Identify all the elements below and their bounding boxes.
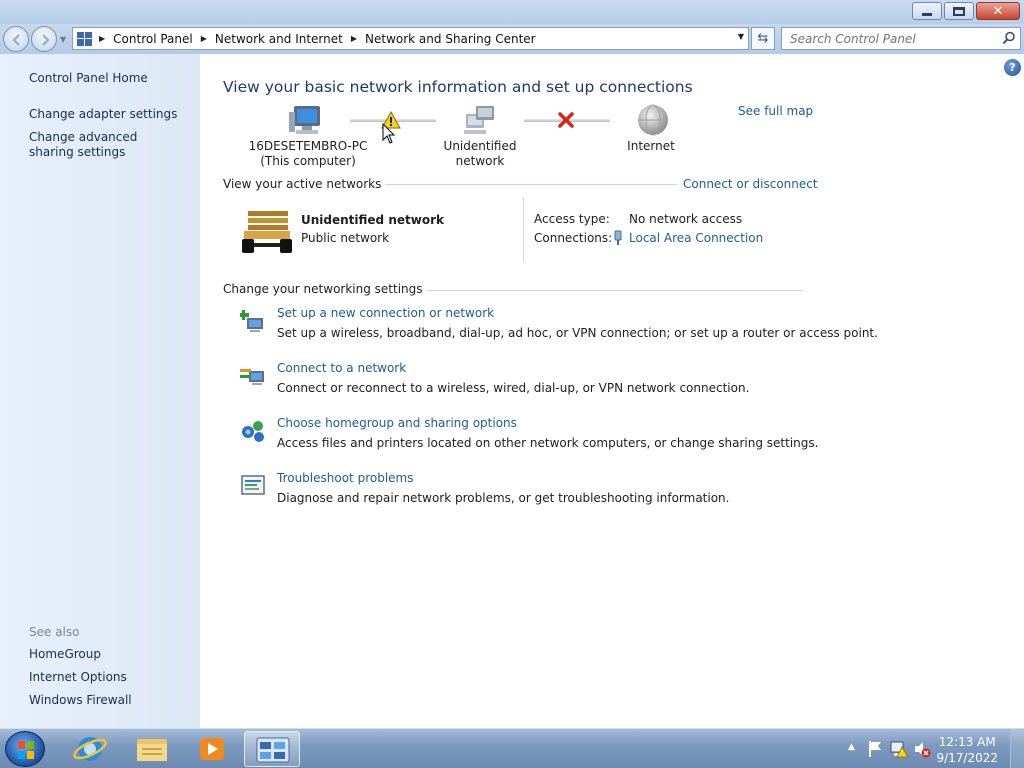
network-warning-icon[interactable] <box>889 740 909 758</box>
page-title: View your basic network information and … <box>223 78 693 96</box>
control-panel-icon <box>77 31 92 46</box>
breadcrumb-chevron-icon[interactable]: ▶ <box>351 34 357 43</box>
show-desktop-button[interactable] <box>1010 729 1024 768</box>
see-full-map-link[interactable]: See full map <box>738 104 813 118</box>
windows-firewall-link[interactable]: Windows Firewall <box>29 693 132 708</box>
maximize-icon <box>953 6 965 16</box>
caption-buttons: ✕ <box>912 2 1020 20</box>
system-clock[interactable]: 12:13 AM 9/17/2022 <box>936 734 998 766</box>
see-also-heading: See also <box>29 625 80 639</box>
media-player-icon <box>200 738 224 760</box>
public-network-bench-icon[interactable] <box>242 209 292 255</box>
troubleshoot-problems-link[interactable]: Troubleshoot problems <box>277 471 413 485</box>
start-button[interactable] <box>5 731 45 767</box>
homegroup-sharing-description: Access files and printers located on oth… <box>277 436 819 450</box>
local-area-connection-link[interactable]: Local Area Connection <box>629 231 763 245</box>
disconnected-x-icon[interactable] <box>558 112 574 128</box>
action-center-flag-icon[interactable] <box>867 740 883 758</box>
clock-time: 12:13 AM <box>938 735 996 749</box>
connect-network-icon[interactable] <box>240 363 266 389</box>
minimize-icon <box>922 12 932 16</box>
internet-options-link[interactable]: Internet Options <box>29 670 127 685</box>
networking-settings-heading: Change your networking settings <box>223 282 427 296</box>
media-player-taskbar-button[interactable] <box>184 731 240 767</box>
unidentified-network-label: Unidentified network <box>443 139 517 168</box>
breadcrumb-network-and-sharing-center[interactable]: Network and Sharing Center <box>365 32 536 46</box>
access-type-label: Access type: <box>534 212 610 226</box>
active-networks-heading: View your active networks <box>223 177 386 191</box>
new-connection-icon[interactable] <box>240 308 266 334</box>
connections-label: Connections: <box>534 231 613 245</box>
forward-arrow-icon <box>42 34 50 46</box>
address-bar[interactable]: ▶ Control Panel ▶ Network and Internet ▶… <box>72 27 749 50</box>
active-network-name: Unidentified network <box>301 213 444 227</box>
search-box[interactable] <box>781 27 1021 50</box>
change-advanced-sharing-settings-link[interactable]: Change advanced sharing settings <box>29 130 179 160</box>
taskbar: ▲ 12:13 AM 9/17/2022 <box>0 728 1024 768</box>
clock-date: 9/17/2022 <box>936 751 998 765</box>
folder-icon <box>137 739 167 761</box>
connect-to-network-description: Connect or reconnect to a wireless, wire… <box>277 381 750 395</box>
connect-to-network-link[interactable]: Connect to a network <box>277 361 406 375</box>
computer-name-label: 16DESETEMBRO-PC <box>248 139 368 153</box>
volume-muted-icon[interactable] <box>913 740 931 758</box>
control-panel-home-link[interactable]: Control Panel Home <box>29 71 148 86</box>
section-divider <box>365 184 677 185</box>
breadcrumb-chevron-icon[interactable]: ▶ <box>99 34 105 43</box>
homegroup-icon[interactable] <box>240 418 266 444</box>
setup-connection-description: Set up a wireless, broadband, dial-up, a… <box>277 326 878 340</box>
close-icon: ✕ <box>992 3 1004 19</box>
homegroup-link[interactable]: HomeGroup <box>29 647 101 662</box>
navigation-bar: ▼ ▶ Control Panel ▶ Network and Internet… <box>0 24 1024 54</box>
left-navigation-pane: Control Panel Home Change adapter settin… <box>0 54 200 728</box>
internet-globe-icon[interactable] <box>637 104 669 136</box>
internet-explorer-icon <box>73 737 107 761</box>
windows-explorer-taskbar-button[interactable] <box>124 731 180 767</box>
forward-button[interactable] <box>31 26 57 52</box>
change-adapter-settings-link[interactable]: Change adapter settings <box>29 107 177 122</box>
breadcrumb-chevron-icon[interactable]: ▶ <box>201 34 207 43</box>
network-icon[interactable] <box>462 104 498 138</box>
active-network-type-link[interactable]: Public network <box>301 231 389 245</box>
recent-pages-dropdown[interactable]: ▼ <box>60 35 66 44</box>
connect-or-disconnect-link[interactable]: Connect or disconnect <box>683 177 818 191</box>
mouse-cursor-icon <box>382 123 396 144</box>
close-button[interactable]: ✕ <box>976 2 1020 20</box>
notification-area: ▲ 12:13 AM 9/17/2022 <box>839 729 1024 768</box>
control-panel-window-icon <box>256 737 290 763</box>
troubleshoot-icon[interactable] <box>240 473 266 499</box>
control-panel-taskbar-button[interactable] <box>244 731 300 767</box>
internet-explorer-taskbar-button[interactable] <box>62 731 118 767</box>
help-icon[interactable]: ? <box>1004 59 1021 76</box>
back-arrow-icon <box>12 34 20 46</box>
access-type-value: No network access <box>629 212 743 226</box>
homegroup-sharing-link[interactable]: Choose homegroup and sharing options <box>277 416 517 430</box>
minimize-button[interactable] <box>912 2 942 20</box>
search-input[interactable] <box>782 28 992 49</box>
refresh-icon: ⇆ <box>757 31 769 46</box>
internet-label: Internet <box>627 139 675 153</box>
show-hidden-icons-icon[interactable]: ▲ <box>848 742 855 752</box>
troubleshoot-problems-description: Diagnose and repair network problems, or… <box>277 491 730 505</box>
computer-icon[interactable] <box>288 104 326 138</box>
ethernet-plug-icon <box>614 230 622 245</box>
maximize-button[interactable] <box>944 2 974 20</box>
title-bar: ✕ <box>0 0 1024 24</box>
breadcrumb-network-and-internet[interactable]: Network and Internet <box>215 32 343 46</box>
setup-connection-link[interactable]: Set up a new connection or network <box>277 306 494 320</box>
vertical-divider <box>523 197 524 262</box>
refresh-button[interactable]: ⇆ <box>751 27 775 50</box>
back-button[interactable] <box>3 26 29 52</box>
section-divider <box>400 290 803 291</box>
search-icon[interactable] <box>1002 31 1016 45</box>
windows-logo-icon <box>18 741 34 759</box>
this-computer-label: (This computer) <box>260 154 356 168</box>
main-content: ? View your basic network information an… <box>200 54 1024 728</box>
address-dropdown-icon[interactable]: ▼ <box>738 32 744 41</box>
breadcrumb-control-panel[interactable]: Control Panel <box>113 32 193 46</box>
